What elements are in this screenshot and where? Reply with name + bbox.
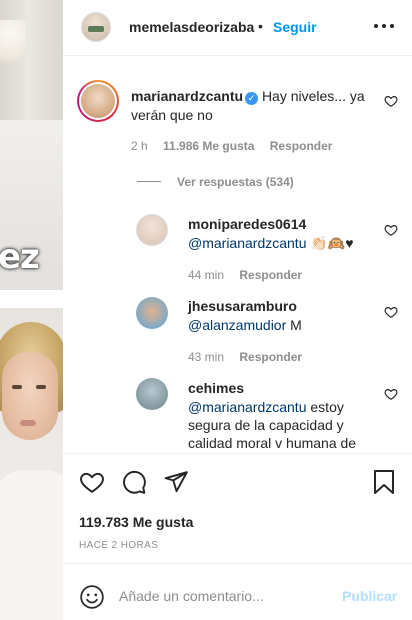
like-heart-icon[interactable] [79, 469, 105, 495]
emoji-smiley-icon[interactable] [79, 584, 105, 610]
reply-avatar[interactable] [136, 297, 168, 329]
reply-text: M [286, 317, 302, 333]
post-media[interactable]: ez [0, 0, 63, 620]
header-separator: • [258, 18, 263, 34]
like-reply-heart-icon[interactable] [384, 223, 398, 237]
bookmark-save-icon[interactable] [372, 469, 396, 495]
publish-button[interactable]: Publicar [342, 588, 397, 604]
post-likes-count[interactable]: 119.783 Me gusta [79, 514, 193, 530]
portrait-eye-right [36, 385, 46, 389]
reply-meta: 43 min Responder [188, 350, 302, 364]
reply-button[interactable]: Responder [270, 139, 333, 153]
portrait-eye-left [12, 385, 22, 389]
follow-button[interactable]: Seguir [273, 19, 317, 35]
commenter-photo [81, 84, 115, 118]
comment-input[interactable] [119, 586, 319, 606]
post-actions: 119.783 Me gusta HACE 2 HORAS [63, 453, 412, 563]
reply-time: 44 min [188, 268, 225, 282]
image-divider [0, 290, 63, 308]
post-image-top: ez [0, 0, 63, 290]
reply-item: cehimes @marianardzcantu estoy segura de… [188, 380, 378, 452]
like-reply-heart-icon[interactable] [384, 305, 398, 319]
reply-username[interactable]: jhesusaramburo [188, 298, 378, 314]
commenter-avatar[interactable] [77, 80, 119, 122]
comment-composer: Publicar [63, 563, 412, 620]
replies-line [137, 181, 161, 182]
lamp-shape [0, 20, 26, 64]
reply-meta: 44 min Responder [188, 268, 302, 282]
share-send-icon[interactable] [163, 469, 189, 495]
comment-time: 2 h [131, 139, 148, 153]
portrait-lips [20, 420, 36, 426]
post-side-panel: memelasdeorizaba • Seguir marianardzcant… [63, 0, 412, 620]
reply-item: jhesusaramburo @alanzamudior M [188, 298, 378, 334]
more-options-icon[interactable] [373, 14, 395, 36]
view-replies-button[interactable]: Ver respuestas (534) [177, 175, 294, 189]
reply-button[interactable]: Responder [239, 268, 302, 282]
comments-list[interactable]: marianardzcantu ✓ Hay niveles... ya verán… [63, 56, 412, 453]
author-username[interactable]: memelasdeorizaba [129, 19, 254, 35]
reply-mention[interactable]: @alanzamudior [188, 317, 286, 333]
reply-time: 43 min [188, 350, 225, 364]
post-timestamp[interactable]: HACE 2 HORAS [79, 540, 158, 551]
reply-avatar[interactable] [136, 378, 168, 410]
reply-username[interactable]: moniparedes0614 [188, 216, 378, 232]
comment-like-count[interactable]: 11.986 Me gusta [163, 139, 254, 153]
post-header: memelasdeorizaba • Seguir [63, 0, 412, 56]
reply-avatar[interactable] [136, 214, 168, 246]
comment-bubble-icon[interactable] [121, 469, 147, 495]
reply-username[interactable]: cehimes [188, 380, 378, 396]
portrait-face [2, 352, 58, 440]
main-comment: marianardzcantu ✓ Hay niveles... ya verán… [131, 87, 377, 125]
main-comment-meta: 2 h 11.986 Me gusta Responder [131, 139, 332, 153]
portrait-shoulder [0, 470, 63, 620]
comment-username[interactable]: marianardzcantu [131, 88, 243, 104]
image-caption-text: ez [0, 237, 40, 277]
reply-text: 👏🏻🙉♥ [306, 235, 354, 251]
reply-mention[interactable]: @marianardzcantu [188, 235, 307, 251]
like-reply-heart-icon[interactable] [384, 387, 398, 401]
reply-button[interactable]: Responder [239, 350, 302, 364]
reply-item: moniparedes0614 @marianardzcantu 👏🏻🙉♥ [188, 216, 378, 252]
reply-mention[interactable]: @marianardzcantu [188, 399, 307, 415]
like-comment-heart-icon[interactable] [384, 94, 398, 108]
verified-badge-icon: ✓ [245, 92, 259, 105]
author-avatar[interactable] [81, 12, 111, 42]
